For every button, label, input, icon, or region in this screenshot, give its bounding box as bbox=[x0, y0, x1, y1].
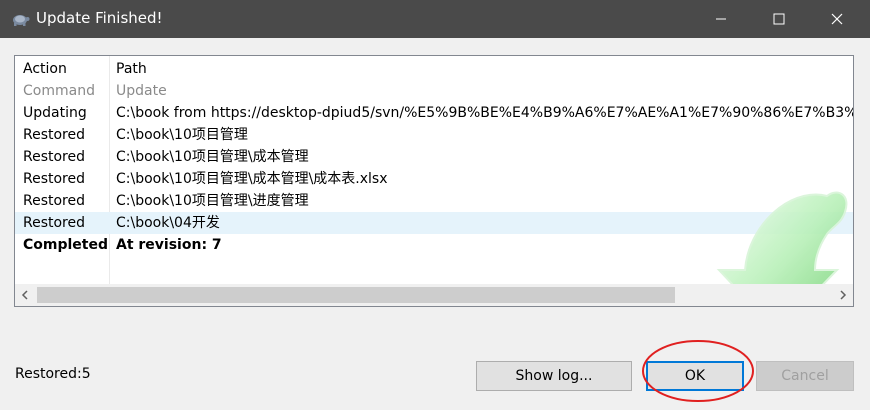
row-path: C:\book\10项目管理\成本管理\成本表.xlsx bbox=[116, 171, 388, 187]
row-action: Command bbox=[23, 83, 95, 99]
row-path: At revision: 7 bbox=[116, 237, 222, 253]
row-action: Completed bbox=[23, 237, 109, 253]
window-title: Update Finished! bbox=[36, 9, 163, 27]
status-text: Restored:5 bbox=[15, 366, 91, 382]
row-action: Restored bbox=[23, 171, 86, 187]
action-list[interactable]: Action Path Command Update Updating C:\b… bbox=[14, 55, 854, 307]
close-icon bbox=[831, 13, 843, 25]
row-action: Restored bbox=[23, 193, 86, 209]
row-action: Updating bbox=[23, 105, 87, 121]
title-bar[interactable]: Update Finished! bbox=[0, 0, 870, 38]
chevron-right-icon bbox=[840, 290, 847, 300]
tortoise-icon bbox=[13, 15, 30, 26]
column-header-action[interactable]: Action bbox=[23, 58, 67, 80]
row-path: C:\book from https://desktop-dpiud5/svn/… bbox=[116, 105, 854, 121]
update-finished-dialog: Update Finished! Action Path Command Upd… bbox=[0, 0, 870, 410]
maximize-icon bbox=[773, 13, 785, 25]
show-log-button[interactable]: Show log... bbox=[476, 361, 632, 391]
row-action: Restored bbox=[23, 215, 86, 231]
chevron-left-icon bbox=[21, 290, 28, 300]
list-row[interactable]: Restored C:\book\10项目管理 bbox=[15, 124, 853, 146]
column-header-path[interactable]: Path bbox=[116, 58, 147, 80]
scroll-thumb[interactable] bbox=[37, 287, 675, 303]
list-row[interactable]: Restored C:\book\10项目管理\成本管理 bbox=[15, 146, 853, 168]
close-button[interactable] bbox=[814, 0, 860, 38]
row-path: Update bbox=[116, 83, 167, 99]
annotation-circle bbox=[642, 340, 754, 402]
row-path: C:\book\10项目管理\进度管理 bbox=[116, 193, 309, 209]
minimize-button[interactable] bbox=[698, 0, 744, 38]
list-header: Action Path bbox=[15, 58, 853, 80]
row-action: Restored bbox=[23, 149, 86, 165]
cancel-button: Cancel bbox=[756, 361, 854, 391]
scroll-right-button[interactable] bbox=[833, 284, 853, 306]
maximize-button[interactable] bbox=[756, 0, 802, 38]
scroll-left-button[interactable] bbox=[15, 284, 35, 306]
row-path: C:\book\10项目管理\成本管理 bbox=[116, 149, 309, 165]
list-row[interactable]: Updating C:\book from https://desktop-dp… bbox=[15, 102, 853, 124]
list-row[interactable]: Command Update bbox=[15, 80, 853, 102]
row-action: Restored bbox=[23, 127, 86, 143]
row-path: C:\book\04开发 bbox=[116, 215, 220, 231]
row-path: C:\book\10项目管理 bbox=[116, 127, 248, 143]
horizontal-scrollbar[interactable] bbox=[15, 284, 853, 306]
minimize-icon bbox=[716, 18, 726, 20]
